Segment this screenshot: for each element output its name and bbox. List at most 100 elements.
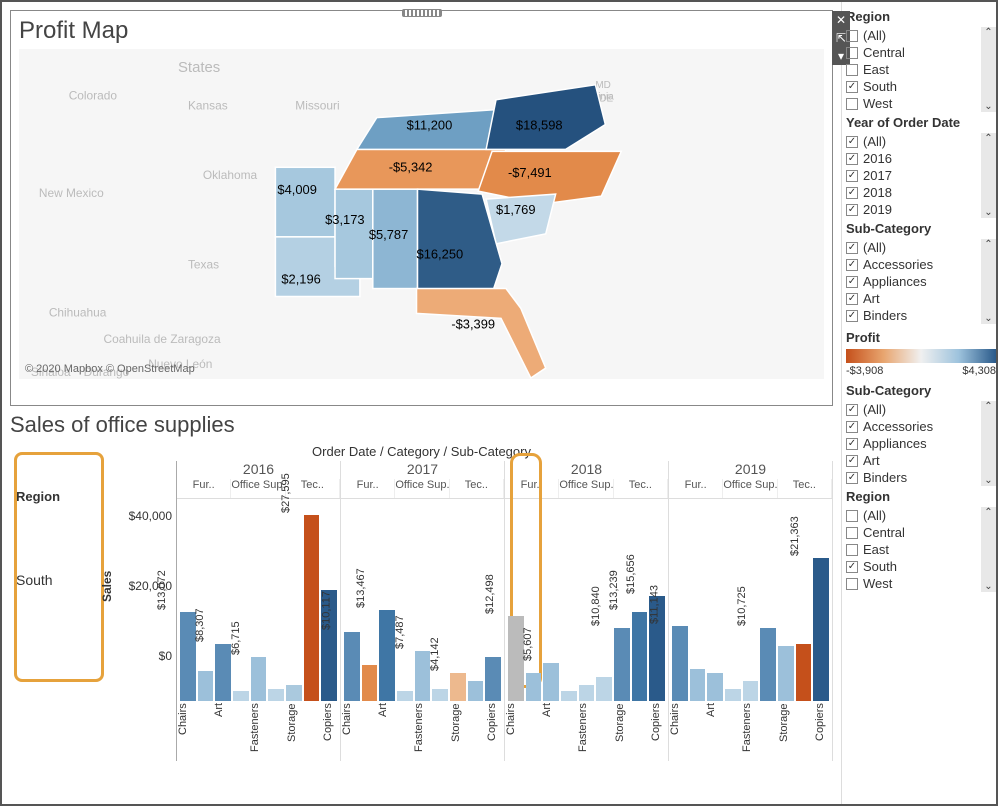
legend-max: $4,308 — [962, 365, 996, 377]
year-label: 2016 — [177, 461, 340, 479]
state-value: -$7,491 — [508, 165, 552, 180]
state-florida[interactable] — [417, 289, 546, 378]
state-mississippi[interactable] — [335, 189, 373, 278]
filter-item[interactable]: Appliances — [846, 435, 996, 452]
bg-label: Oklahoma — [203, 168, 258, 182]
y-axis-label: Sales — [100, 461, 122, 761]
filter-item[interactable]: 2019 — [846, 201, 996, 218]
state-value: $18,598 — [516, 118, 563, 133]
checkbox-icon[interactable] — [846, 472, 858, 484]
checkbox-icon[interactable] — [846, 310, 858, 322]
scrollbar[interactable]: ⌃⌄ — [981, 27, 996, 112]
bars-area[interactable]: 2016 Fur..Office Sup..Tec.. $13,072 $8,3… — [176, 461, 833, 761]
legend-min: -$3,908 — [846, 365, 883, 377]
filter-item[interactable]: Central — [846, 524, 996, 541]
checkbox-icon[interactable] — [846, 259, 858, 271]
scrollbar[interactable]: ⌃⌄ — [981, 401, 996, 486]
bg-label: States — [178, 60, 220, 76]
filter-item[interactable]: Central — [846, 44, 996, 61]
filter-title: Sub-Category — [846, 221, 996, 236]
filter-item-label: East — [863, 62, 889, 77]
filter-item-label: (All) — [863, 508, 886, 523]
checkbox-icon[interactable] — [846, 421, 858, 433]
checkbox-icon[interactable] — [846, 204, 858, 216]
checkbox-icon[interactable] — [846, 455, 858, 467]
state-value: $1,769 — [496, 202, 535, 217]
scrollbar[interactable]: ⌃⌄ — [981, 133, 996, 218]
checkbox-icon[interactable] — [846, 276, 858, 288]
state-value: $2,196 — [281, 272, 320, 287]
filter-item[interactable]: (All) — [846, 507, 996, 524]
filter-item[interactable]: East — [846, 61, 996, 78]
region-header: Region — [10, 461, 100, 512]
checkbox-icon[interactable] — [846, 98, 858, 110]
filter-item[interactable]: Binders — [846, 307, 996, 324]
filter-item-label: (All) — [863, 240, 886, 255]
checkbox-icon[interactable] — [846, 170, 858, 182]
map-attribution: © 2020 Mapbox © OpenStreetMap — [25, 363, 195, 375]
filter-region: Region ⌃⌄ (All)Central EastSouthWest — [846, 9, 996, 112]
bg-label: Coahuila de Zaragoza — [103, 332, 221, 346]
drag-handle-icon[interactable] — [402, 9, 442, 17]
filter-item[interactable]: (All) — [846, 239, 996, 256]
filter-item[interactable]: 2017 — [846, 167, 996, 184]
filter-item[interactable]: Appliances — [846, 273, 996, 290]
checkbox-icon[interactable] — [846, 293, 858, 305]
bg-label: Missouri — [295, 99, 339, 113]
filter-item[interactable]: East — [846, 541, 996, 558]
checkbox-icon[interactable] — [846, 187, 858, 199]
sales-bar-chart: Sales of office supplies Order Date / Ca… — [10, 412, 833, 796]
filter-item[interactable]: Art — [846, 290, 996, 307]
filter-item[interactable]: (All) — [846, 401, 996, 418]
legend-title: Profit — [846, 330, 996, 345]
filter-item[interactable]: (All) — [846, 27, 996, 44]
filter-item-label: Appliances — [863, 436, 927, 451]
checkbox-icon[interactable] — [846, 136, 858, 148]
filter-title: Region — [846, 9, 996, 24]
checkbox-icon[interactable] — [846, 64, 858, 76]
filter-item-label: (All) — [863, 134, 886, 149]
checkbox-icon[interactable] — [846, 527, 858, 539]
filter-item-label: (All) — [863, 402, 886, 417]
map-canvas[interactable]: States Colorado Kansas Missouri West Vir… — [19, 49, 824, 379]
scrollbar[interactable]: ⌃⌄ — [981, 507, 996, 592]
filter-title: Region — [846, 489, 996, 504]
filter-title: Sub-Category — [846, 383, 996, 398]
filters-sidebar: Region ⌃⌄ (All)CentralEastSouthWest Year… — [841, 2, 996, 804]
scrollbar[interactable]: ⌃⌄ — [981, 239, 996, 324]
filter-item-label: Binders — [863, 308, 907, 323]
filter-item[interactable]: Accessories — [846, 256, 996, 273]
checkbox-icon[interactable] — [846, 510, 858, 522]
bg-label: MD — [595, 80, 610, 91]
filter-item[interactable]: (All) — [846, 133, 996, 150]
checkbox-icon[interactable] — [846, 30, 858, 42]
checkbox-icon[interactable] — [846, 47, 858, 59]
filter-item[interactable]: Art — [846, 452, 996, 469]
filter-item[interactable]: West — [846, 575, 996, 592]
filter-item[interactable]: Binders — [846, 469, 996, 486]
checkbox-icon[interactable] — [846, 81, 858, 93]
legend-gradient — [846, 349, 996, 363]
checkbox-icon[interactable] — [846, 544, 858, 556]
checkbox-icon[interactable] — [846, 438, 858, 450]
bar-axis-title: Order Date / Category / Sub-Category — [10, 444, 833, 459]
checkbox-icon[interactable] — [846, 242, 858, 254]
profit-legend: Profit -$3,908 $4,308 — [846, 330, 996, 377]
bg-label: Chihuahua — [49, 305, 107, 319]
checkbox-icon[interactable] — [846, 561, 858, 573]
filter-item-label: Art — [863, 291, 880, 306]
checkbox-icon[interactable] — [846, 578, 858, 590]
filter-item[interactable]: 2016 — [846, 150, 996, 167]
filter-item[interactable]: Accessories — [846, 418, 996, 435]
filter-item[interactable]: South — [846, 558, 996, 575]
filter-item[interactable]: West — [846, 95, 996, 112]
filter-item[interactable]: South — [846, 78, 996, 95]
checkbox-icon[interactable] — [846, 153, 858, 165]
filter-item-label: 2019 — [863, 202, 892, 217]
filter-item-label: Central — [863, 45, 905, 60]
state-value: -$3,399 — [451, 316, 495, 331]
region-value: South — [10, 512, 100, 648]
profit-map-panel: ✕ ⇱ ▾ Profit Map States Colorado Kansas … — [10, 10, 833, 406]
checkbox-icon[interactable] — [846, 404, 858, 416]
filter-item[interactable]: 2018 — [846, 184, 996, 201]
